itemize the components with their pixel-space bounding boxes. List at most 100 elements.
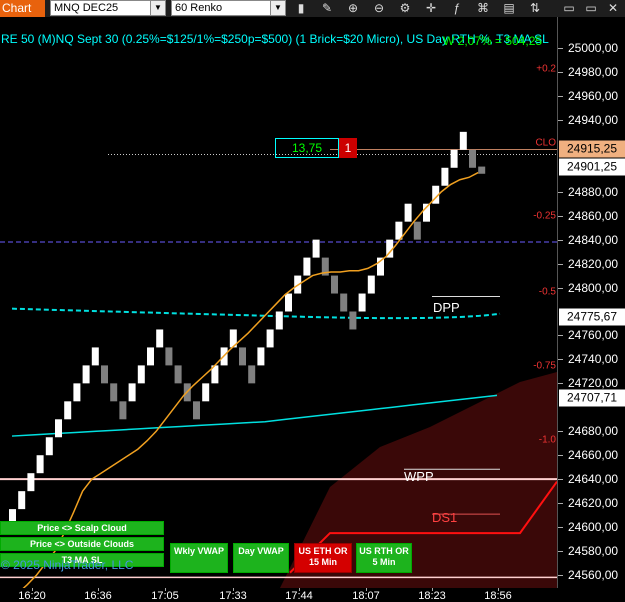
percent-level-label: -1.0 (538, 434, 556, 446)
price-axis-tick (558, 48, 563, 49)
price-axis-label: 24840,00 (568, 232, 619, 247)
bar-type-selector[interactable]: 60 Renko ▼ (171, 0, 286, 16)
chevron-down-icon: ▼ (270, 1, 285, 15)
tab-chart[interactable]: Chart (0, 0, 45, 17)
zoom-out-icon[interactable]: ⊖ (370, 0, 388, 16)
time-axis-tick (498, 588, 499, 591)
crosshair-icon[interactable]: ✛ (422, 0, 440, 16)
price-axis-tick (558, 359, 563, 361)
renko-brick (137, 365, 145, 384)
renko-brick (312, 239, 320, 258)
percent-level-label: -0.75 (533, 360, 556, 372)
percent-level-label: CLO (535, 137, 556, 149)
price-axis-label: 24720,00 (568, 376, 619, 391)
bars-icon[interactable]: ▮ (292, 0, 310, 16)
renko-brick (55, 419, 62, 438)
indicator-icon[interactable]: ƒ (448, 0, 466, 16)
price-axis-label: 24580,00 (568, 544, 619, 559)
close-icon[interactable]: ✕ (604, 0, 622, 16)
renko-brick (73, 383, 81, 402)
wkly-vwap-button[interactable]: Wkly VWAP (170, 543, 228, 573)
price-axis-label: 24600,00 (568, 520, 619, 535)
price-axis-tick (558, 215, 563, 217)
time-axis-tick (233, 588, 234, 591)
time-axis[interactable]: 16:20 16:36 17:05 17:33 17:44 18:07 18:23 18:56 (0, 588, 557, 602)
pnl-readout: W 2,07% = 504,25 (443, 34, 543, 48)
chart-svg (0, 131, 557, 588)
renko-brick (202, 383, 210, 402)
price-axis-label: 24740,00 (568, 352, 619, 367)
time-axis-tick (432, 588, 433, 591)
renko-brick (147, 347, 154, 366)
renko-brick (27, 473, 35, 492)
price-axis-tick (558, 503, 563, 505)
strategy-icon[interactable]: ⌘ (474, 0, 492, 16)
renko-brick (165, 347, 173, 366)
maximize-icon[interactable]: ▭ (582, 0, 600, 16)
price-axis-tick (558, 527, 563, 529)
properties-icon[interactable]: ⚙ (396, 0, 414, 16)
price-axis[interactable]: 25000,00 24980,00 24960,00 24940,00 24880,00… (557, 17, 625, 588)
price-axis-tick (558, 71, 563, 73)
price-axis-tick (558, 551, 563, 553)
wpp-label: WPP (404, 469, 434, 484)
renko-brick (441, 167, 449, 186)
copyright-text: © 2025 NinjaTrader, LLC (1, 558, 134, 572)
order-count-badge[interactable]: 1 (339, 138, 357, 158)
renko-brick (285, 293, 292, 312)
renko-brick (101, 365, 108, 384)
price-axis-tick (558, 335, 563, 337)
price-axis-tick (558, 431, 563, 433)
renko-brick (450, 149, 458, 168)
price-marker: 24707,71 (559, 389, 625, 407)
percent-level-label: -0.25 (533, 210, 556, 222)
day-vwap-button[interactable]: Day VWAP (233, 543, 289, 573)
renko-brick (45, 437, 53, 456)
order-quantity[interactable]: 13,75 (275, 138, 339, 158)
zoom-in-icon[interactable]: ⊕ (344, 0, 362, 16)
instrument-selector[interactable]: MNQ DEC25 ▼ (50, 0, 166, 16)
renko-brick (303, 257, 311, 276)
renko-brick (82, 365, 90, 384)
template-icon[interactable]: ▤ (500, 0, 518, 16)
us-eth-or-button[interactable]: US ETH OR 15 Min (294, 543, 352, 573)
price-axis-tick (558, 191, 563, 193)
renko-brick (340, 293, 348, 312)
time-axis-label: 17:44 (285, 590, 313, 602)
draw-tool-icon[interactable]: ✎ (318, 0, 336, 16)
us-rth-or-button[interactable]: US RTH OR 5 Min (356, 543, 412, 573)
price-axis-tick (558, 95, 563, 97)
bar-type-value: 60 Renko (175, 2, 223, 14)
renko-brick (18, 491, 26, 510)
price-axis-label: 24640,00 (568, 472, 619, 487)
price-axis-tick (558, 479, 563, 481)
renko-brick (193, 401, 200, 420)
price-marker: 24915,25 (559, 140, 625, 158)
time-axis-tick (366, 588, 367, 591)
time-axis-label: 18:07 (352, 590, 380, 602)
renko-brick (64, 401, 72, 420)
outside-clouds-button[interactable]: Price <> Outside Clouds (0, 537, 164, 551)
price-axis-label: 24880,00 (568, 184, 619, 199)
price-axis-label: 24860,00 (568, 208, 619, 223)
time-axis-label: 18:56 (484, 590, 512, 602)
renko-brick (110, 383, 118, 402)
minimize-icon[interactable]: ▭ (560, 0, 578, 16)
chart-trader-icon[interactable]: ⇅ (526, 0, 544, 16)
renko-brick (404, 203, 412, 222)
time-axis-label: 18:23 (418, 590, 446, 602)
renko-brick (367, 275, 375, 294)
price-axis-label: 24560,00 (568, 568, 619, 582)
price-panel[interactable] (0, 17, 557, 588)
time-axis-label: 16:36 (84, 590, 112, 602)
scalp-cloud-button[interactable]: Price <> Scalp Cloud (0, 521, 164, 535)
renko-brick (91, 347, 99, 366)
renko-brick (331, 275, 338, 294)
percent-level-label: -0.5 (538, 286, 556, 298)
price-axis-label: 24820,00 (568, 256, 619, 271)
dpp-label: DPP (433, 300, 460, 315)
price-axis-tick (558, 263, 563, 265)
price-axis-label: 24980,00 (568, 64, 619, 79)
renko-brick (36, 455, 44, 474)
renko-brick (349, 311, 357, 330)
